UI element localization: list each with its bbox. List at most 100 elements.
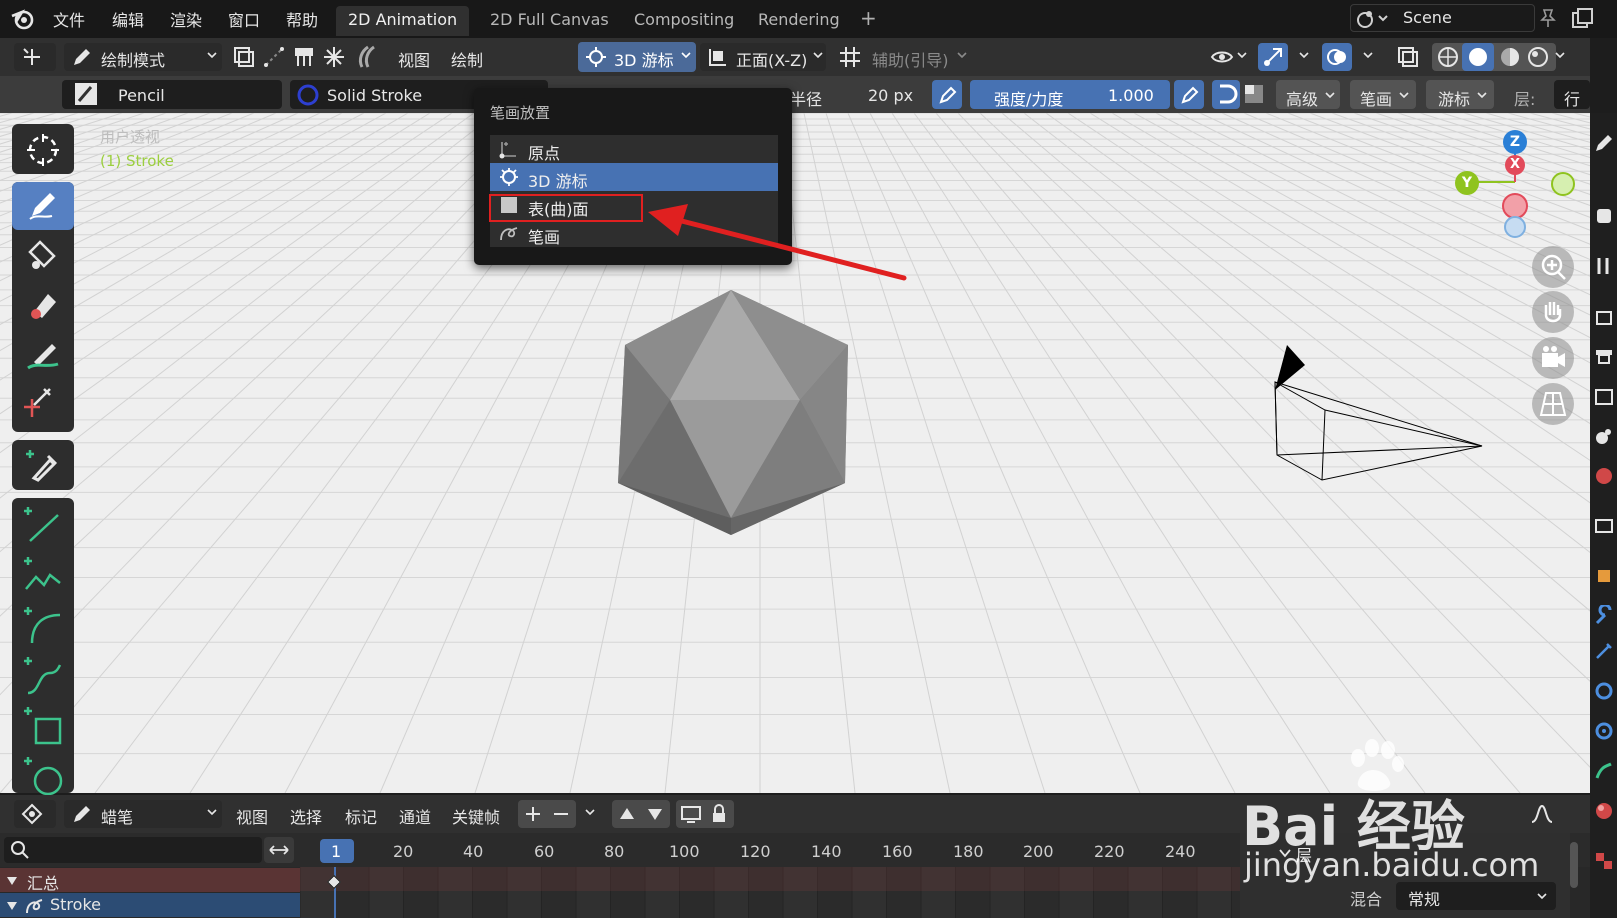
menu-item-origin[interactable]: 原点 [490, 135, 778, 163]
chevron-down-icon [1477, 92, 1487, 99]
timeline-menu-keyframe[interactable]: 关键帧 [452, 804, 500, 828]
guides-label[interactable]: 辅助(引导) [872, 47, 949, 71]
gizmo-z-axis[interactable]: Z [1503, 130, 1527, 154]
timeline-menu-marker[interactable]: 标记 [345, 804, 377, 828]
tab-rendering[interactable]: Rendering [746, 6, 852, 36]
view-layer-icon[interactable] [1593, 385, 1615, 407]
object-properties-icon[interactable] [1593, 565, 1615, 587]
shader-fx-icon[interactable] [1593, 640, 1615, 662]
collection-icon[interactable] [1593, 515, 1615, 537]
zoom-button[interactable] [1532, 246, 1574, 288]
timeline-menu-view[interactable]: 视图 [236, 804, 268, 828]
box-tool-icon[interactable] [20, 703, 64, 747]
menu-edit[interactable]: 编辑 [112, 7, 144, 31]
disclosure-triangle-icon[interactable] [6, 875, 18, 887]
circle-tool-icon[interactable] [20, 753, 64, 797]
scene-properties-icon[interactable] [1593, 425, 1615, 447]
menu-file[interactable]: 文件 [53, 7, 85, 31]
tab-2d-animation[interactable]: 2D Animation [336, 6, 470, 36]
plus-icon[interactable] [521, 802, 545, 826]
channel-stroke[interactable]: Stroke [0, 893, 300, 917]
annotate-pencil-icon[interactable] [1593, 132, 1615, 154]
add-workspace-button[interactable]: + [860, 6, 877, 30]
perspective-toggle-button[interactable] [1532, 383, 1574, 425]
lock-icon[interactable] [707, 802, 731, 826]
menu-item-3d-cursor[interactable]: 3D 游标 [490, 163, 778, 191]
multiframe-icon[interactable] [232, 45, 256, 69]
modifier-wrench-icon[interactable] [1593, 605, 1615, 627]
output-properties-icon[interactable] [1593, 345, 1615, 367]
icosahedron-object[interactable] [600, 288, 850, 548]
disclosure-triangle-icon[interactable] [6, 900, 18, 912]
eraser-tool-icon[interactable] [26, 288, 60, 322]
gizmo-x-axis[interactable]: X [1505, 155, 1525, 175]
menu-help[interactable]: 帮助 [286, 7, 318, 31]
cursor-tool-icon[interactable] [24, 131, 62, 169]
xray-icon[interactable] [1396, 45, 1420, 69]
tool-tab-icon[interactable] [1593, 205, 1615, 227]
timeline-menu-select[interactable]: 选择 [290, 804, 322, 828]
dopesheet-icon [21, 803, 43, 825]
timeline-scrollbar[interactable] [1570, 842, 1578, 888]
camera-object[interactable] [1265, 335, 1495, 495]
frame-tick: 100 [669, 842, 700, 861]
channel-label: Stroke [50, 895, 101, 914]
scene-icon[interactable] [1355, 6, 1391, 30]
layer-mask-icon[interactable] [1242, 82, 1266, 106]
tab-compositing[interactable]: Compositing [622, 6, 746, 36]
polyline-tool-icon[interactable] [20, 553, 64, 597]
menu-view[interactable]: 视图 [398, 47, 430, 71]
menu-window[interactable]: 窗口 [228, 7, 260, 31]
cutter-tool-icon[interactable] [20, 383, 60, 423]
wireframe-shading-icon[interactable] [1436, 45, 1460, 69]
visibility-eye-icon[interactable] [1210, 45, 1234, 69]
material-properties-icon[interactable] [1593, 800, 1615, 822]
drawing-plane-icon [709, 49, 726, 66]
gizmo-y-axis[interactable]: Y [1455, 171, 1479, 195]
pin-icon[interactable] [1538, 8, 1558, 28]
stabilizer-icon [1220, 84, 1238, 104]
material-shading-icon[interactable] [1498, 45, 1522, 69]
fill-tool-icon[interactable] [26, 238, 60, 272]
radius-value[interactable]: 20 px [868, 86, 913, 105]
snowflake-icon[interactable] [322, 45, 346, 69]
pan-button[interactable] [1532, 291, 1574, 333]
blender-logo-icon[interactable] [10, 6, 36, 32]
chevron-down-icon[interactable] [584, 806, 596, 818]
material-name: Solid Stroke [327, 86, 423, 105]
channel-summary[interactable]: 汇总 [0, 868, 300, 893]
curve-tool-icon[interactable] [20, 653, 64, 697]
select-points-icon[interactable] [262, 45, 286, 69]
chevron-down-icon [1555, 52, 1565, 59]
monitor-icon[interactable] [679, 802, 703, 826]
fcurve-icon[interactable] [1530, 802, 1554, 826]
3d-cursor-icon [500, 168, 518, 186]
menu-render[interactable]: 渲染 [170, 7, 202, 31]
move-down-icon[interactable] [643, 802, 667, 826]
menu-draw[interactable]: 绘制 [451, 47, 483, 71]
arc-tool-icon[interactable] [20, 603, 64, 647]
minus-icon[interactable] [549, 802, 573, 826]
texture-icon[interactable] [1593, 850, 1615, 872]
tab-2d-full-canvas[interactable]: 2D Full Canvas [478, 6, 621, 36]
line-tool-icon[interactable] [20, 503, 64, 547]
world-icon[interactable] [1593, 465, 1615, 487]
constraints-icon[interactable] [1593, 720, 1615, 742]
object-data-icon[interactable] [1593, 760, 1615, 782]
rendered-shading-icon[interactable] [1526, 45, 1550, 69]
guides-icon[interactable] [838, 45, 862, 69]
render-properties-icon[interactable] [1593, 306, 1615, 328]
camera-view-button[interactable] [1532, 337, 1574, 379]
channel-search-input[interactable] [4, 837, 262, 863]
timeline-menu-channel[interactable]: 通道 [399, 804, 431, 828]
move-up-icon[interactable] [615, 802, 639, 826]
select-stroke-icon[interactable] [292, 45, 316, 69]
strokes-icon[interactable] [356, 45, 380, 69]
search-icon [11, 841, 29, 859]
tint-tool-icon[interactable] [26, 338, 60, 372]
physics-icon[interactable] [1593, 680, 1615, 702]
new-scene-icon[interactable] [1570, 6, 1596, 32]
eyedropper-tool-icon[interactable] [22, 446, 60, 484]
frame-tick: 40 [463, 842, 484, 861]
tool-settings-icon[interactable] [1593, 255, 1615, 277]
